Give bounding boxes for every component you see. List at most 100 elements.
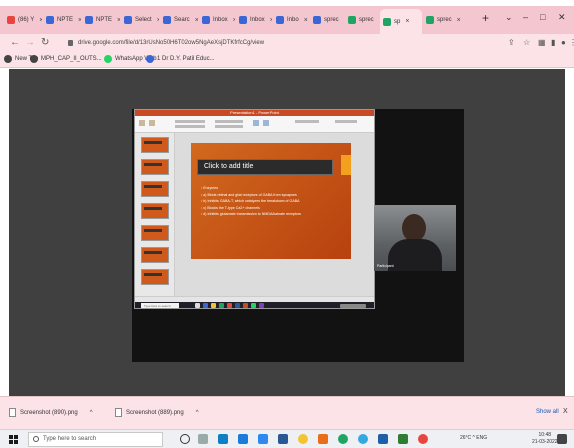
maximize-button[interactable]: □ bbox=[540, 12, 545, 22]
cortana-icon[interactable] bbox=[180, 434, 190, 444]
tab-label: sprec bbox=[324, 17, 339, 23]
url-field[interactable]: drive.google.com/file/d/13rUsNo50H6T02ow… bbox=[68, 36, 508, 50]
new-tab-button[interactable]: + bbox=[482, 11, 489, 25]
profile-avatar[interactable]: ● bbox=[561, 38, 566, 47]
browser-tab[interactable]: NPTE × bbox=[43, 10, 81, 30]
store-icon[interactable] bbox=[238, 434, 248, 444]
taskbar-search-placeholder: Type here to search bbox=[43, 436, 97, 442]
inner-app-icon bbox=[251, 303, 256, 308]
close-tab-icon[interactable]: × bbox=[457, 17, 461, 24]
browser-tab[interactable]: Searc × bbox=[160, 10, 198, 30]
chrome-icon[interactable] bbox=[298, 434, 308, 444]
minimize-button[interactable]: – bbox=[523, 12, 528, 22]
tab-favicon-icon bbox=[202, 16, 210, 24]
whatsapp-icon[interactable] bbox=[338, 434, 348, 444]
close-tab-icon[interactable]: × bbox=[157, 17, 159, 24]
tab-search-dropdown-icon[interactable]: ⌄ bbox=[505, 12, 513, 23]
close-tab-icon[interactable]: × bbox=[117, 17, 120, 24]
forward-arrow-icon[interactable]: → bbox=[25, 37, 35, 48]
bookmark-star-icon[interactable]: ☆ bbox=[523, 38, 530, 47]
browser-tab[interactable]: sprec× bbox=[345, 10, 379, 30]
bookmark-item[interactable]: 1 Dr D.Y. Patil Educ... bbox=[146, 55, 215, 63]
tab-favicon-icon bbox=[85, 16, 93, 24]
mail-icon[interactable] bbox=[258, 434, 268, 444]
tab-favicon-icon bbox=[46, 16, 54, 24]
editing-group bbox=[295, 120, 319, 123]
close-tab-icon[interactable]: × bbox=[233, 17, 235, 24]
chevron-up-icon[interactable]: ^ bbox=[196, 410, 199, 416]
photos-icon[interactable] bbox=[378, 434, 388, 444]
chrome-profile-icon[interactable] bbox=[418, 434, 428, 444]
clock-date: 21-03-2022 bbox=[532, 439, 558, 445]
slide-thumbnails-panel bbox=[135, 133, 175, 296]
tab-favicon-icon bbox=[7, 16, 15, 24]
browser-tab[interactable]: NPTE × bbox=[82, 10, 120, 30]
close-tab-icon[interactable]: × bbox=[270, 17, 272, 24]
inner-tray bbox=[340, 304, 366, 308]
reload-icon[interactable]: ↻ bbox=[41, 37, 49, 48]
screen: (86) Y × NPTE × NPTE × Select × Searc × Inbox × Inbo… bbox=[0, 0, 574, 448]
telegram-icon[interactable] bbox=[358, 434, 368, 444]
tab-label: Select bbox=[135, 17, 152, 23]
powerpoint-icon[interactable] bbox=[318, 434, 328, 444]
browser-tab[interactable]: (86) Y × bbox=[4, 10, 42, 30]
bookmark-label: MPH_CAP_II_OUTS... bbox=[41, 56, 102, 62]
close-downloads-button[interactable]: X bbox=[563, 408, 568, 415]
windows-taskbar: Type here to search 26°C ^ ENG 10:48 21-… bbox=[0, 429, 574, 448]
extensions-icon[interactable]: ▦ bbox=[538, 38, 546, 47]
inner-app-icon bbox=[235, 303, 240, 308]
tab-favicon-icon bbox=[383, 17, 391, 26]
bookmark-item[interactable]: MPH_CAP_II_OUTS... bbox=[30, 55, 102, 63]
close-tab-icon[interactable]: × bbox=[39, 17, 42, 24]
browser-tab[interactable]: sprec × bbox=[423, 10, 461, 30]
download-item-2[interactable]: Screenshot (889).png ^ bbox=[115, 408, 199, 417]
close-tab-icon[interactable]: × bbox=[304, 17, 308, 24]
word-icon[interactable] bbox=[278, 434, 288, 444]
slide-thumbnail bbox=[141, 247, 169, 263]
chevron-up-icon[interactable]: ^ bbox=[90, 410, 93, 416]
system-tray[interactable]: 26°C ^ ENG bbox=[460, 435, 487, 441]
download-item-1[interactable]: Screenshot (890).png ^ bbox=[9, 408, 93, 417]
notification-icon[interactable] bbox=[557, 434, 567, 444]
taskbar-search-box[interactable]: Type here to search bbox=[28, 432, 163, 447]
browser-tab[interactable]: sprec× bbox=[310, 10, 344, 30]
tab-label: Inbo bbox=[287, 17, 299, 23]
taskbar-clock[interactable]: 10:48 21-03-2022 bbox=[532, 432, 558, 446]
windows-start-icon[interactable] bbox=[9, 435, 18, 444]
url-text: drive.google.com/file/d/13rUsNo50H6T02ow… bbox=[78, 40, 265, 46]
show-all-downloads-link[interactable]: Show all bbox=[536, 409, 559, 415]
font-box bbox=[175, 120, 205, 123]
inner-app-icon bbox=[227, 303, 232, 308]
close-tab-icon[interactable]: × bbox=[405, 18, 409, 25]
share-icon[interactable]: ⇪ bbox=[508, 38, 515, 47]
slide-canvas: Click to add title Enzymesa) Binds retin… bbox=[175, 133, 374, 296]
tab-label: sp bbox=[394, 18, 401, 25]
close-window-button[interactable]: ✕ bbox=[558, 12, 566, 23]
browser-tab[interactable]: Select × bbox=[121, 10, 159, 30]
arrange-icon bbox=[263, 120, 269, 126]
browser-tab[interactable]: Inbox × bbox=[236, 10, 272, 30]
tab-label: sprec bbox=[437, 17, 452, 23]
bookmark-label: 1 Dr D.Y. Patil Educ... bbox=[157, 56, 215, 62]
task-view-icon[interactable] bbox=[198, 434, 208, 444]
download-item-label: Screenshot (890).png bbox=[20, 409, 78, 416]
clock-time: 10:48 bbox=[538, 432, 552, 438]
screenshot-preview[interactable]: Presentation1 - PowerPoint Click to add … bbox=[132, 109, 464, 362]
back-arrow-icon[interactable]: ← bbox=[10, 37, 20, 48]
tab-favicon-icon bbox=[426, 16, 434, 24]
browser-tab[interactable]: Inbo × bbox=[273, 10, 309, 30]
close-tab-icon[interactable]: × bbox=[78, 17, 81, 24]
excel-icon[interactable] bbox=[398, 434, 408, 444]
menu-kebab-icon[interactable]: ⋮ bbox=[569, 38, 574, 47]
participant-label: Participant bbox=[377, 264, 394, 268]
alignment-row bbox=[215, 125, 243, 128]
close-tab-icon[interactable]: × bbox=[195, 17, 198, 24]
font-format-row bbox=[175, 125, 205, 128]
browser-tab[interactable]: sp × bbox=[380, 9, 422, 34]
edge-icon[interactable] bbox=[218, 434, 228, 444]
downloads-bar: Screenshot (890).png ^ Screenshot (889).… bbox=[0, 396, 574, 429]
sidebar-icon[interactable]: ▮ bbox=[551, 38, 555, 47]
browser-tab[interactable]: Inbox × bbox=[199, 10, 235, 30]
paste-icon bbox=[139, 120, 145, 126]
tab-favicon-icon bbox=[276, 16, 284, 24]
